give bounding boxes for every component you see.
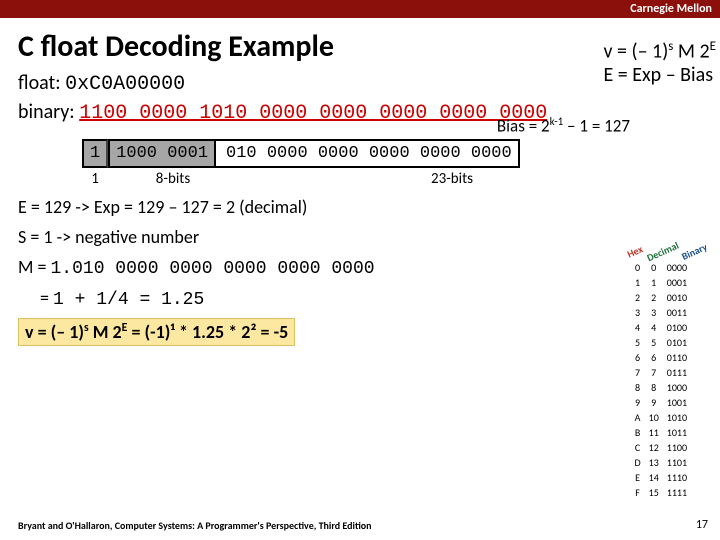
step-m2: = 1 + 1/4 = 1.25 — [40, 287, 706, 310]
step-m1: M = 1.010 0000 0000 0000 0000 0000 — [18, 256, 706, 279]
footer-citation: Bryant and O'Hallaron, Computer Systems:… — [18, 519, 372, 532]
step-s: S = 1 -> negative number — [18, 226, 706, 248]
step-e: E = 129 -> Exp = 129 – 127 = 2 (decimal) — [18, 196, 706, 218]
hex-decimal-binary-table: Hex Decimal Binary 000000110001220010330… — [627, 245, 708, 500]
bit-field-labels: 1 8-bits 23-bits — [82, 170, 706, 188]
value-formula: v = (– 1)s M 2E E = Exp – Bias — [603, 40, 716, 87]
result-line: v = (– 1)s M 2E = (-1)¹ * 1.25 * 2² = -5 — [18, 318, 706, 346]
sign-field: 1 — [82, 139, 108, 168]
header-bar: Carnegie Mellon — [0, 0, 720, 18]
bias-formula: Bias = 2k-1 – 1 = 127 — [497, 114, 630, 137]
page-number: 17 — [696, 518, 708, 532]
brand: Carnegie Mellon — [630, 2, 712, 16]
mantissa-field: 010 0000 0000 0000 0000 0000 — [216, 139, 520, 168]
bit-fields: 1 1000 0001 010 0000 0000 0000 0000 0000 — [82, 139, 706, 168]
exponent-field: 1000 0001 — [108, 139, 216, 168]
